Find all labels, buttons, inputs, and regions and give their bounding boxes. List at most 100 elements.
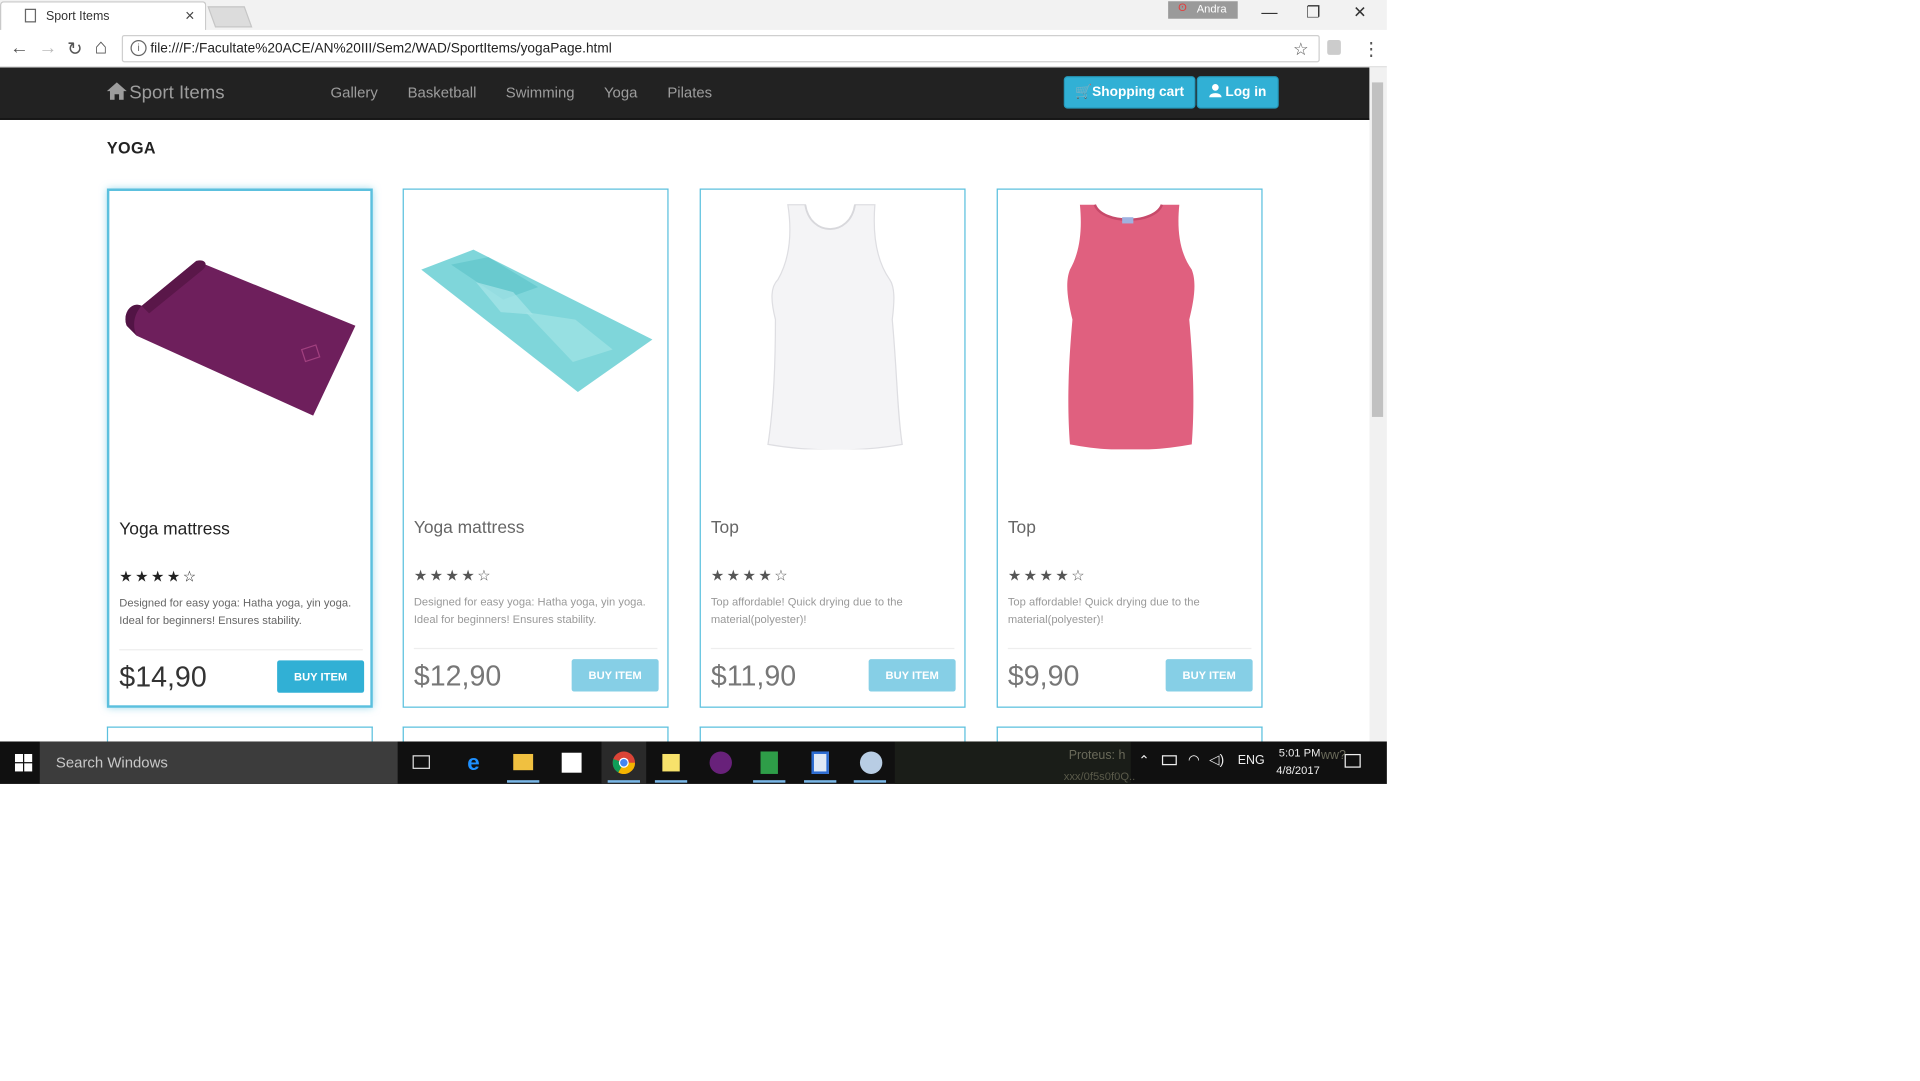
profile-icon: ʘ xyxy=(1178,1,1187,14)
project-icon[interactable] xyxy=(760,751,778,774)
rating-stars: ★★★★☆ xyxy=(710,566,791,585)
cart-label: Shopping cart xyxy=(1092,84,1185,100)
reload-icon[interactable]: ↻ xyxy=(67,37,83,60)
windows-start-icon[interactable] xyxy=(14,753,33,772)
chrome-taskbar-button[interactable] xyxy=(601,741,647,784)
taskbar-search-box[interactable]: Search Windows xyxy=(39,741,398,784)
nav-link-basketball[interactable]: Basketball xyxy=(408,84,477,101)
buy-item-button[interactable]: BUY ITEM xyxy=(1165,659,1253,692)
search-placeholder: Search Windows xyxy=(55,753,168,772)
page-viewport: Sport Items Gallery Basketball Swimming … xyxy=(0,67,1370,742)
product-card-partial[interactable] xyxy=(699,726,966,742)
project-active-indicator xyxy=(753,780,786,783)
product-price: $11,90 xyxy=(710,659,797,692)
visual-studio-icon[interactable] xyxy=(709,751,732,774)
site-brand[interactable]: Sport Items xyxy=(106,82,225,104)
scrollbar-thumb[interactable] xyxy=(1371,82,1384,417)
product-name: Yoga mattress xyxy=(413,516,525,537)
card-divider xyxy=(413,647,658,650)
restore-icon[interactable]: ❐ xyxy=(1306,2,1320,22)
product-card-partial[interactable] xyxy=(996,726,1263,742)
nav-link-swimming[interactable]: Swimming xyxy=(506,84,575,101)
product-description: Top affordable! Quick drying due to the … xyxy=(1007,595,1200,626)
pink-tank-top-image xyxy=(1067,204,1195,450)
sticky-notes-icon[interactable] xyxy=(662,753,680,772)
notification-text-tail: ww? xyxy=(1320,748,1346,763)
nav-link-gallery[interactable]: Gallery xyxy=(331,84,378,101)
edge-icon[interactable]: e xyxy=(462,751,484,773)
new-tab-button[interactable] xyxy=(207,6,253,28)
document-icon[interactable] xyxy=(811,751,829,774)
brand-label: Sport Items xyxy=(129,82,225,104)
cart-icon: 🛒 xyxy=(1075,84,1093,100)
file-explorer-active-indicator xyxy=(507,780,540,783)
login-button[interactable]: Log in xyxy=(1196,76,1279,109)
home-icon[interactable]: ⌂ xyxy=(94,35,107,60)
forward-icon[interactable]: → xyxy=(39,37,58,58)
browser-tab[interactable]: Sport Items × xyxy=(0,1,207,30)
product-card-partial[interactable] xyxy=(402,726,669,742)
white-tank-top-image xyxy=(767,204,903,450)
address-url: file:///F:/Facultate%20ACE/AN%20III/Sem2… xyxy=(150,41,612,57)
card-divider xyxy=(119,649,363,651)
wifi-icon[interactable]: ◠ xyxy=(1188,751,1200,768)
paint-active-indicator xyxy=(853,780,887,783)
product-card[interactable]: Yoga mattress ★★★★☆ Designed for easy yo… xyxy=(106,188,373,708)
bookmark-star-icon[interactable]: ☆ xyxy=(1293,39,1309,60)
sticky-notes-active-indicator xyxy=(654,780,688,783)
product-description: Designed for easy yoga: Hatha yoga, yin … xyxy=(413,595,646,626)
paint-icon[interactable] xyxy=(859,751,883,774)
buy-item-button[interactable]: BUY ITEM xyxy=(868,659,956,692)
store-icon[interactable] xyxy=(561,752,582,773)
address-bar[interactable]: i file:///F:/Facultate%20ACE/AN%20III/Se… xyxy=(121,34,1320,63)
product-card-partial[interactable] xyxy=(106,726,373,742)
notification-subtext: xxx/0f5s0f0Q.. xyxy=(1063,770,1136,783)
product-card[interactable]: Top ★★★★☆ Top affordable! Quick drying d… xyxy=(996,188,1263,708)
action-center-icon[interactable] xyxy=(1344,753,1361,768)
language-indicator[interactable]: ENG xyxy=(1238,754,1265,768)
product-description: Top affordable! Quick drying due to the … xyxy=(710,595,903,626)
nav-link-yoga[interactable]: Yoga xyxy=(604,84,637,101)
product-card[interactable]: Top ★★★★☆ Top affordable! Quick drying d… xyxy=(699,188,966,708)
chrome-icon xyxy=(612,751,636,774)
card-divider xyxy=(1007,647,1252,650)
clock-time[interactable]: 5:01 PM xyxy=(1279,746,1321,758)
product-price: $14,90 xyxy=(119,660,207,693)
rating-stars: ★★★★☆ xyxy=(1007,566,1088,585)
yoga-mat-turquoise-image xyxy=(421,249,653,392)
product-name: Yoga mattress xyxy=(119,518,230,539)
nav-link-pilates[interactable]: Pilates xyxy=(667,84,712,101)
extension-icon[interactable] xyxy=(1327,39,1341,55)
task-view-icon[interactable] xyxy=(412,755,430,769)
rating-stars: ★★★★☆ xyxy=(413,566,494,585)
menu-icon[interactable]: ⋮ xyxy=(1362,37,1381,60)
rating-stars: ★★★★☆ xyxy=(119,567,199,586)
battery-icon[interactable] xyxy=(1161,755,1177,766)
product-card[interactable]: Yoga mattress ★★★★☆ Designed for easy yo… xyxy=(402,188,669,708)
product-name: Top xyxy=(1007,516,1036,537)
buy-item-button[interactable]: BUY ITEM xyxy=(571,659,659,692)
info-icon[interactable]: i xyxy=(130,39,147,57)
back-icon[interactable]: ← xyxy=(10,37,29,58)
page-icon xyxy=(24,8,37,23)
user-icon xyxy=(1209,84,1222,98)
product-price: $9,90 xyxy=(1007,659,1080,692)
home-brand-icon xyxy=(106,82,127,100)
yoga-mat-purple-image xyxy=(125,260,356,416)
product-price: $12,90 xyxy=(413,659,502,692)
profile-chip[interactable]: ʘ Andra xyxy=(1168,1,1238,19)
close-icon[interactable]: ✕ xyxy=(1353,2,1367,22)
volume-icon[interactable]: ◁) xyxy=(1209,751,1224,768)
chevron-up-icon[interactable]: ⌃ xyxy=(1138,753,1149,769)
buy-item-button[interactable]: BUY ITEM xyxy=(277,660,365,693)
notification-text: Proteus: h xyxy=(1068,748,1126,763)
clock-date[interactable]: 4/8/2017 xyxy=(1276,764,1320,776)
login-label: Log in xyxy=(1225,84,1267,100)
shopping-cart-button[interactable]: 🛒Shopping cart xyxy=(1063,76,1196,109)
tab-close-icon[interactable]: × xyxy=(185,6,194,25)
site-navbar: Sport Items Gallery Basketball Swimming … xyxy=(0,67,1370,120)
minimize-icon[interactable]: — xyxy=(1261,2,1277,21)
page-heading: YOGA xyxy=(106,138,156,158)
profile-name: Andra xyxy=(1196,2,1227,15)
file-explorer-icon[interactable] xyxy=(513,753,534,771)
